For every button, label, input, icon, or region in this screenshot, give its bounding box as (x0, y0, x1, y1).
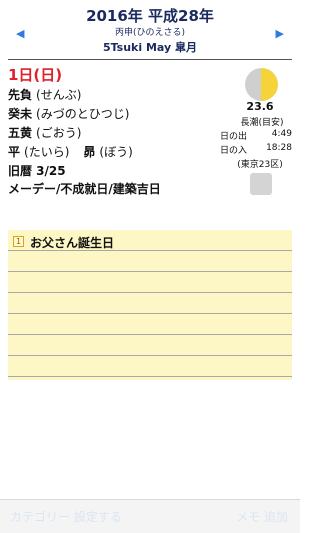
rokuyo-reading: (せんぶ) (36, 88, 82, 102)
eto-line: 癸未 (みづのとひつじ) (8, 105, 129, 122)
rokuyo-name: 先負 (8, 88, 33, 102)
calendar-header: ◀ 2016年 平成28年 丙申(ひのえさる) 5Tsuki May 皐月 ▶ (0, 0, 300, 60)
kyureki-line: 旧暦 3/25 (8, 162, 66, 179)
sunset-label: 日の入 (220, 146, 248, 156)
choku-reading: (たいら) (24, 145, 70, 159)
notepad-line (8, 376, 292, 377)
next-month-arrow-icon[interactable]: ▶ (276, 28, 284, 40)
bottom-toolbar: カテゴリー 設定する メモ 追加 (0, 499, 300, 533)
sunset-time: 18:28 (266, 143, 292, 153)
sunset-row: 日の入 18:28 (220, 143, 292, 156)
moon-lit-portion (261, 68, 278, 101)
notepad-line (8, 334, 292, 335)
eto-name: 癸未 (8, 107, 33, 121)
kyusei-line: 五黄 (ごおう) (8, 124, 81, 141)
area-label: (東京23区) (237, 160, 283, 170)
notepad-line (8, 355, 292, 356)
notepad-line (8, 313, 292, 314)
memo-text[interactable]: お父さん誕生日 (30, 234, 114, 251)
choku-shuku-line: 平 (たいら) 昴 (ぼう) (8, 143, 133, 160)
shuku-reading: (ぼう) (99, 145, 133, 159)
color-tag-button[interactable] (250, 173, 272, 195)
half-moon-icon (245, 68, 278, 101)
notepad-line (8, 292, 292, 293)
header-divider (8, 59, 292, 60)
memo-notepad[interactable]: 1 お父さん誕生日 (8, 230, 292, 380)
kyusei-name: 五黄 (8, 126, 33, 140)
moon-age: 23.6 (246, 100, 274, 113)
sunrise-label: 日の出 (220, 132, 248, 142)
year-kanshi: 丙申(ひのえさる) (114, 28, 186, 38)
notepad-line (8, 271, 292, 272)
month-title: 5Tsuki May 皐月 (102, 41, 198, 54)
add-memo-button[interactable]: メモ 追加 (236, 508, 288, 525)
day-title: 1日(日) (8, 66, 63, 84)
memo-count-badge: 1 (13, 236, 24, 247)
kyusei-reading: (ごおう) (36, 126, 82, 140)
choku-name: 平 (8, 145, 21, 159)
shuku-name: 昴 (83, 145, 96, 159)
rokuyo-line: 先負 (せんぶ) (8, 86, 81, 103)
eto-reading: (みづのとひつじ) (36, 107, 130, 121)
notepad-line (8, 250, 292, 251)
kyureki-date: 旧暦 3/25 (8, 164, 66, 178)
day-events: メーデー/不成就日/建築吉日 (8, 182, 161, 196)
sunrise-row: 日の出 4:49 (220, 129, 292, 142)
category-settings-button[interactable]: カテゴリー 設定する (10, 508, 122, 525)
sunrise-time: 4:49 (271, 129, 292, 139)
events-line: メーデー/不成就日/建築吉日 (8, 180, 161, 197)
tide-label: 長潮(目安) (240, 118, 284, 128)
year-title: 2016年 平成28年 (86, 7, 214, 25)
